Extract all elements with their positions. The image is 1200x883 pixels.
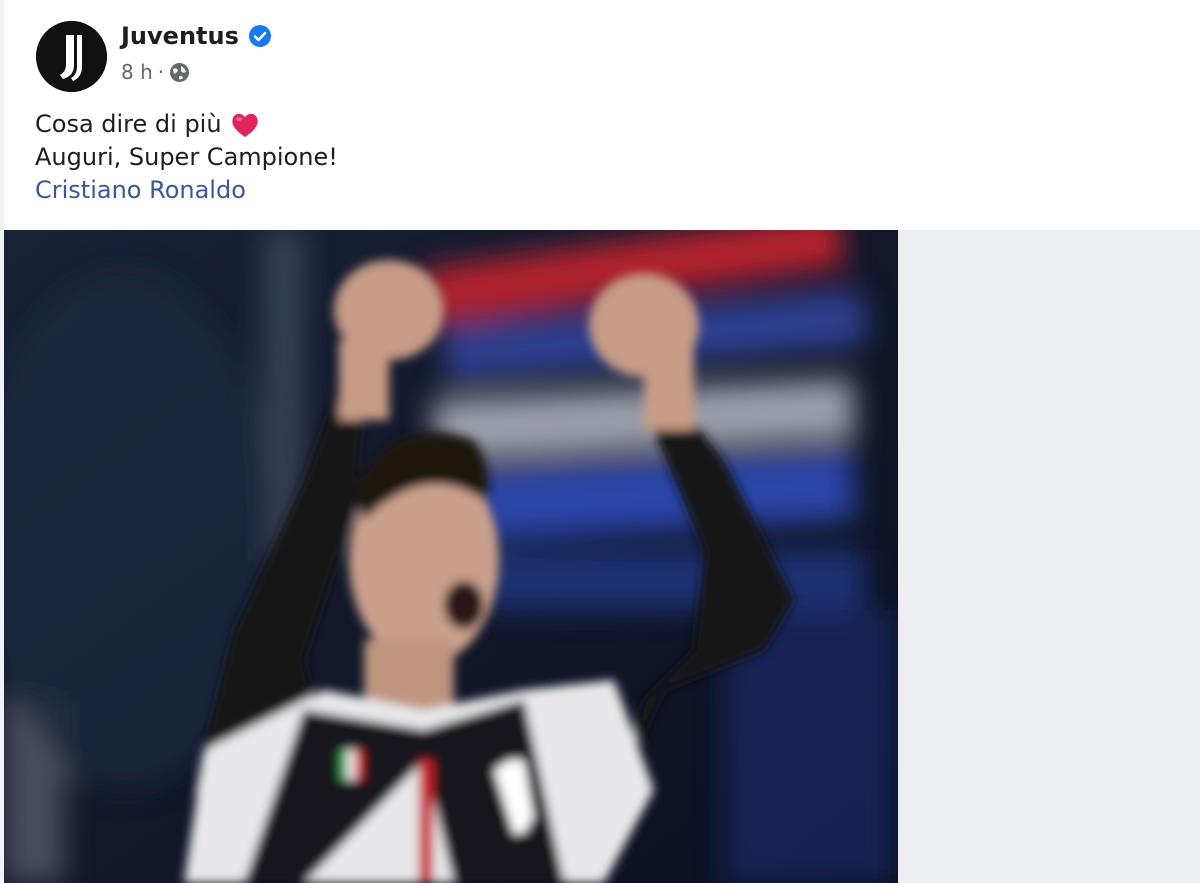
post-text-line-3: Cristiano Ronaldo — [35, 174, 338, 207]
post-text-line-2-content: Auguri, Super Campione! — [35, 143, 338, 171]
post-photo[interactable] — [4, 230, 898, 883]
juventus-logo-icon — [36, 21, 107, 92]
page-avatar[interactable] — [36, 21, 107, 92]
post-text-line-2: Auguri, Super Campione! — [35, 141, 338, 174]
globe-icon[interactable] — [169, 62, 190, 83]
post-text: Cosa dire di più Auguri, Super Campione!… — [35, 108, 338, 207]
post-meta: 8 h · — [121, 60, 190, 84]
post-text-line-1: Cosa dire di più — [35, 108, 338, 141]
post-text-line-1-content: Cosa dire di più — [35, 110, 222, 138]
meta-separator: · — [157, 60, 165, 84]
tagged-person-link[interactable]: Cristiano Ronaldo — [35, 174, 246, 207]
page-name-row: Juventus — [121, 22, 271, 50]
post-timestamp[interactable]: 8 h — [121, 60, 153, 84]
red-heart-icon — [231, 113, 258, 137]
page-name[interactable]: Juventus — [121, 22, 239, 50]
side-panel — [898, 230, 1200, 883]
post-card: Juventus 8 h · Cosa dire di più Auguri, … — [4, 0, 1200, 230]
verified-badge-icon — [248, 25, 271, 47]
